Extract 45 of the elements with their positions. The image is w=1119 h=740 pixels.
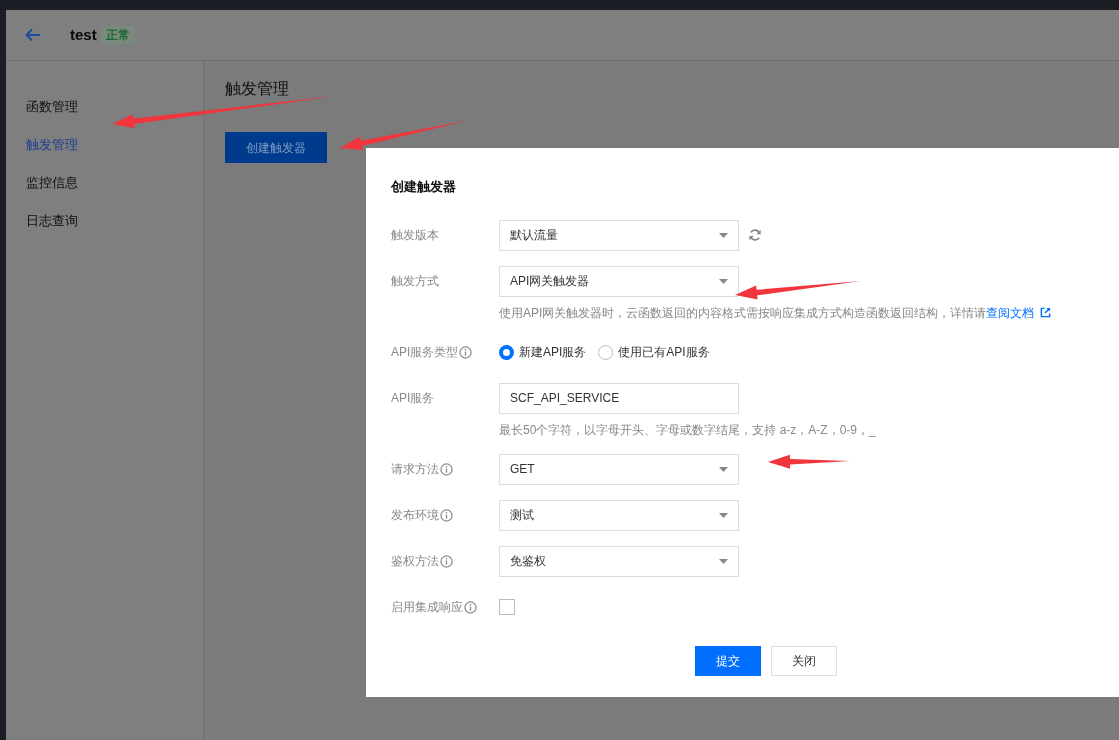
caret-icon: [719, 512, 728, 518]
help-text: 最长50个字符，以字母开头、字母或数字结尾，支持 a-z，A-Z，0-9，_: [499, 421, 876, 439]
select-field[interactable]: 免鉴权: [499, 545, 739, 577]
checkbox[interactable]: [499, 599, 515, 615]
select-field[interactable]: 默认流量: [499, 219, 739, 251]
select-field[interactable]: GET: [499, 453, 739, 485]
info-icon: [440, 508, 453, 522]
field-label: 鉴权方法: [391, 553, 439, 570]
sidebar-item[interactable]: 函数管理: [6, 88, 203, 126]
radio-button[interactable]: [499, 344, 514, 360]
submit-button[interactable]: 提交: [695, 645, 761, 676]
info-icon: [459, 345, 473, 359]
create-trigger-button[interactable]: 创建触发器: [225, 132, 327, 163]
select-field[interactable]: 测试: [499, 499, 739, 531]
field-label: API服务: [391, 390, 435, 407]
radio-option[interactable]: 使用已有API服务: [598, 343, 710, 361]
caret-icon: [719, 466, 728, 472]
back-arrow-icon[interactable]: [25, 28, 41, 42]
info-icon: [440, 554, 453, 568]
external-link-icon: [1040, 307, 1052, 318]
info-icon: [464, 600, 477, 614]
function-name: test: [70, 24, 97, 45]
radio-option[interactable]: 新建API服务: [499, 343, 587, 361]
field-label: 发布环境: [391, 507, 439, 524]
docs-link[interactable]: 查阅文档: [986, 303, 1052, 322]
help-text: 使用API网关触发器时，云函数返回的内容格式需按响应集成方式构造函数返回结构，详情请: [499, 304, 987, 322]
caret-icon: [719, 558, 728, 564]
close-button[interactable]: 关闭: [771, 645, 837, 676]
status-badge: 正常: [100, 26, 135, 44]
info-icon: [440, 462, 453, 476]
page-title: 触发管理: [225, 79, 289, 99]
sidebar-item[interactable]: 监控信息: [6, 164, 203, 202]
caret-icon: [719, 232, 728, 238]
text-field[interactable]: SCF_API_SERVICE: [499, 382, 739, 414]
caret-icon: [719, 278, 728, 284]
field-label: API服务类型: [391, 344, 459, 361]
select-field[interactable]: API网关触发器: [499, 265, 739, 297]
field-label: 触发方式: [391, 273, 439, 290]
radio-button[interactable]: [598, 344, 614, 360]
field-label: 触发版本: [391, 227, 439, 244]
refresh-icon[interactable]: [748, 228, 762, 242]
field-label: 请求方法: [391, 461, 439, 478]
field-label: 启用集成响应: [391, 599, 463, 616]
sidebar-item[interactable]: 日志查询: [6, 202, 203, 240]
dialog-title: 创建触发器: [391, 178, 457, 196]
